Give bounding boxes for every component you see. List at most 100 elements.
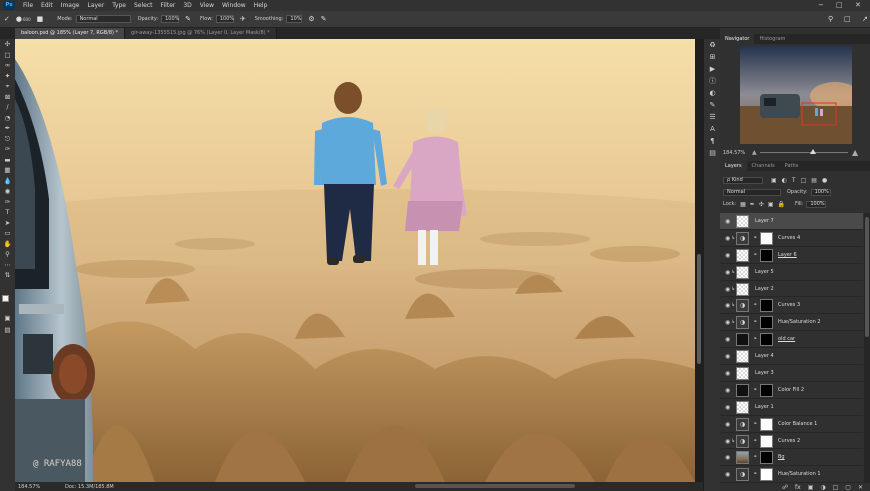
document-canvas[interactable]: @ RAFYA88 [15,39,695,482]
mask-link-icon[interactable]: ⚭ [753,454,757,460]
layer-row[interactable]: ◉ ↳ Layer 2 [720,281,863,298]
frame-tool-icon[interactable]: ⊠ [0,92,15,103]
zoom-out-icon[interactable]: ▲ [752,149,757,156]
blend-mode-select[interactable]: Normal [723,188,781,196]
filter-shape-icon[interactable]: □ [801,177,807,184]
channels-mixer-icon[interactable]: ☰ [704,111,721,123]
layer-name[interactable]: Curves 3 [778,302,800,308]
layer-mask-thumbnail[interactable] [760,333,773,347]
history-panel-icon[interactable]: ♻ [704,39,721,51]
layer-row[interactable]: ◉ Layer 3 [720,365,863,382]
workspace-icon[interactable]: □ [844,15,851,23]
menu-view[interactable]: View [196,2,218,9]
brush-tool-icon[interactable]: ✒ [0,123,15,134]
mode-select[interactable]: Normal [75,15,131,23]
search-icon[interactable]: ⚲ [828,15,833,23]
menu-window[interactable]: Window [218,2,250,9]
properties-panel-icon[interactable]: ⊞ [704,51,721,63]
layers-scrollbar[interactable] [864,213,870,483]
brush-tool-icon[interactable]: ✓ [4,15,10,23]
layer-thumbnail[interactable] [736,451,749,465]
lock-pixels-icon[interactable]: ✒ [750,201,755,208]
status-doc-info[interactable]: Doc: 15.3M/185.8M [65,484,114,490]
layer-name[interactable]: Layer 4 [755,353,774,359]
visibility-eye-icon[interactable]: ◉ [725,319,730,326]
crop-tool-icon[interactable]: ⌖ [0,81,15,92]
layer-thumbnail[interactable]: ◑ [736,299,749,313]
layer-mask-thumbnail[interactable] [760,248,773,262]
layer-name[interactable]: Color Balance 1 [778,421,817,427]
pressure-size-icon[interactable]: ✎ [321,15,327,23]
filter-adjustment-icon[interactable]: ◐ [782,177,787,184]
mask-link-icon[interactable]: ⚭ [753,336,757,342]
filter-type-icon[interactable]: T [792,177,796,184]
visibility-eye-icon[interactable]: ◉ [725,353,730,360]
layer-row[interactable]: ◉ ⚭ Layer 6 [720,247,863,264]
opacity-input[interactable]: 100% [161,15,179,23]
layer-name[interactable]: Color Fill 2 [778,387,804,393]
type-tool-icon[interactable]: T [0,207,15,218]
visibility-eye-icon[interactable]: ◉ [725,336,730,343]
visibility-eye-icon[interactable]: ◉ [725,302,730,309]
close-window-button[interactable]: ✕ [855,1,861,9]
new-group-icon[interactable]: □ [833,484,839,491]
tab-navigator[interactable]: Navigator [720,34,755,44]
doc-tab-baloon[interactable]: baloon.psd @ 185% (Layer 7, RGB/8) * [15,28,126,39]
layer-row[interactable]: ◉ ⚭ Bg [720,449,863,467]
navigator-zoom-value[interactable]: 184.57% [723,150,745,156]
layer-name[interactable]: Layer 6 [778,252,797,258]
filter-smart-object-icon[interactable]: ▤ [811,177,817,184]
menu-filter[interactable]: Filter [157,2,180,9]
visibility-eye-icon[interactable]: ◉ [725,421,730,428]
link-layers-icon[interactable]: ☍ [782,484,788,491]
brush-settings-icon[interactable]: ✎ [704,99,721,111]
layer-name[interactable]: Curves 2 [778,438,800,444]
doc-tab-girl-away[interactable]: gir-away-1355515.jpg @ 76% (Layer 0, Lay… [125,28,277,39]
layer-mask-thumbnail[interactable] [760,417,773,431]
layer-thumbnail[interactable]: ◑ [736,231,749,245]
delete-layer-icon[interactable]: ✕ [858,484,863,491]
fill-input[interactable]: 100% [806,200,827,208]
add-mask-icon[interactable]: ▣ [808,484,814,491]
layer-row[interactable]: ◉ ◑ ⚭ Hue/Saturation 1 [720,466,863,483]
layer-row[interactable]: ◉ Layer 1 [720,399,863,416]
layer-name[interactable]: Layer 3 [755,370,774,376]
layer-thumbnail[interactable] [736,248,749,262]
layer-thumbnail[interactable] [736,400,749,414]
layer-row[interactable]: ◉ ⚭ Color Fill 2 [720,382,863,399]
character-panel-icon[interactable]: A [704,123,721,135]
navigator-zoom-slider[interactable] [760,149,848,154]
quick-select-tool-icon[interactable]: ✦ [0,71,15,82]
zoom-in-icon[interactable]: ▲ [852,148,858,157]
menu-type[interactable]: Type [108,2,130,9]
layer-name[interactable]: Layer 1 [755,404,774,410]
layer-thumbnail[interactable] [736,265,749,279]
glyphs-panel-icon[interactable]: ▤ [704,147,721,159]
layer-thumbnail[interactable]: ◑ [736,468,749,482]
mask-link-icon[interactable]: ⚭ [753,387,757,393]
healing-brush-tool-icon[interactable]: ◔ [0,113,15,124]
kind-filter-select[interactable]: ρ Kind [723,176,763,184]
tab-channels[interactable]: Channels [747,161,780,171]
canvas-horizontal-scroll-thumb[interactable] [415,484,575,488]
layer-opacity-input[interactable]: 100% [810,188,831,196]
info-panel-icon[interactable]: ⓘ [704,75,721,87]
menu-file[interactable]: File [19,2,37,9]
gradient-tool-icon[interactable]: ▦ [0,165,15,176]
layer-row[interactable]: ◉ ⚭ old car [720,331,863,349]
lock-artboard-icon[interactable]: ▣ [768,201,774,208]
layer-name[interactable]: old car [778,336,795,342]
minimize-button[interactable]: − [818,1,824,9]
tab-histogram[interactable]: Histogram [754,34,790,44]
layer-mask-thumbnail[interactable] [760,451,773,465]
layer-row[interactable]: ◉ ↳ ◑ ⚭ Curves 2 [720,433,863,450]
new-adjustment-icon[interactable]: ◑ [820,484,825,491]
layer-name[interactable]: Layer 5 [755,269,774,275]
eyedropper-tool-icon[interactable]: ∕ [0,102,15,113]
visibility-eye-icon[interactable]: ◉ [725,235,730,242]
zoom-tool-icon[interactable]: ⚲ [0,249,15,260]
filter-toggle-icon[interactable]: ● [822,177,827,184]
menu-image[interactable]: Image [57,2,84,9]
layer-thumbnail[interactable]: ◑ [736,417,749,431]
menu-help[interactable]: Help [250,2,272,9]
